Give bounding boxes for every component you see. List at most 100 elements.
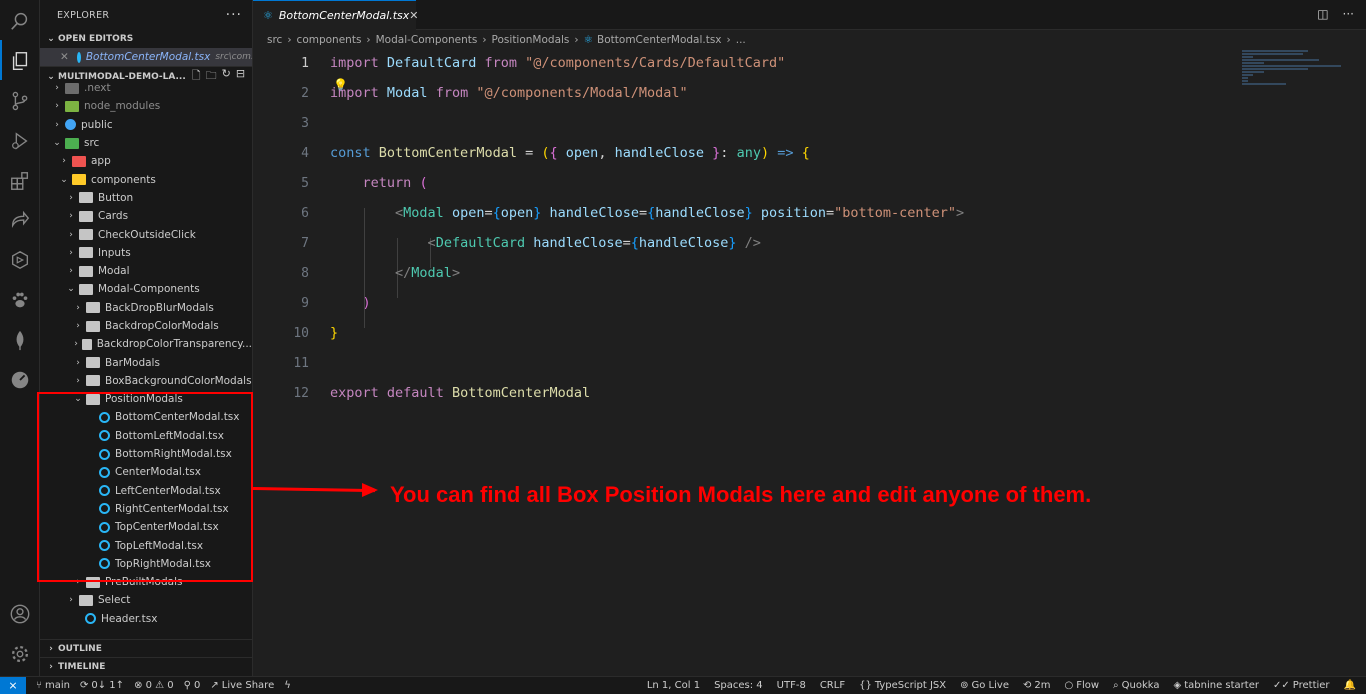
- folder-item[interactable]: › BackdropColorModals: [40, 317, 252, 335]
- folder-item[interactable]: › BoxBackgroundColorModals: [40, 372, 252, 390]
- source-control-icon[interactable]: [8, 89, 32, 113]
- folder-item[interactable]: › public: [40, 116, 252, 134]
- tree-item-label: TopRightModal.tsx: [115, 557, 212, 570]
- indentation-status[interactable]: Spaces: 4: [714, 680, 763, 691]
- file-item[interactable]: TopCenterModal.tsx: [40, 518, 252, 536]
- file-item[interactable]: BottomLeftModal.tsx: [40, 427, 252, 445]
- folder-item[interactable]: › Cards: [40, 207, 252, 225]
- problems-status[interactable]: ⊗ 0 ⚠ 0: [134, 680, 174, 691]
- breadcrumb-file[interactable]: BottomCenterModal.tsx: [597, 34, 722, 46]
- live-share-icon[interactable]: [8, 208, 32, 232]
- go-live-status[interactable]: ⊚ Go Live: [960, 680, 1009, 691]
- file-item[interactable]: TopLeftModal.tsx: [40, 536, 252, 554]
- file-item[interactable]: BottomCenterModal.tsx: [40, 408, 252, 426]
- folder-item[interactable]: ⌄ PositionModals: [40, 390, 252, 408]
- search-icon[interactable]: [8, 9, 32, 33]
- file-item[interactable]: RightCenterModal.tsx: [40, 500, 252, 518]
- account-icon[interactable]: [8, 602, 32, 626]
- live-share-status[interactable]: ↗ Live Share: [210, 680, 274, 691]
- new-folder-icon[interactable]: 🗀: [206, 67, 217, 86]
- folder-item[interactable]: › BackdropColorTransparency...: [40, 335, 252, 353]
- files-icon[interactable]: [8, 49, 32, 73]
- chevron-right-icon: ›: [69, 247, 73, 258]
- outline-header[interactable]: › OUTLINE: [40, 639, 252, 657]
- prettier-status[interactable]: ✓✓ Prettier: [1273, 680, 1330, 691]
- tab-bottom-center-modal[interactable]: ⚛ BottomCenterModal.tsx ✕: [253, 0, 419, 30]
- mongodb-leaf-icon[interactable]: [8, 328, 32, 352]
- chevron-right-icon: ›: [55, 119, 59, 130]
- react-file-icon: ⚛: [583, 34, 594, 46]
- remote-explorer-icon[interactable]: [8, 248, 32, 272]
- folder-item[interactable]: › Modal: [40, 262, 252, 280]
- file-item[interactable]: LeftCenterModal.tsx: [40, 482, 252, 500]
- close-icon[interactable]: ✕: [60, 51, 69, 63]
- ports-status[interactable]: ⚲ 0: [184, 680, 201, 691]
- open-editors-header[interactable]: ⌄ OPEN EDITORS: [40, 30, 252, 48]
- broadcast-icon: ⊚: [960, 680, 969, 691]
- tree-item-label: Inputs: [98, 246, 131, 259]
- tree-item-label: components: [91, 173, 156, 186]
- gear-icon[interactable]: [8, 642, 32, 666]
- file-item[interactable]: TopRightModal.tsx: [40, 555, 252, 573]
- folder-item[interactable]: › BarModals: [40, 353, 252, 371]
- open-editor-name: BottomCenterModal.tsx: [85, 51, 211, 63]
- folder-item[interactable]: › CheckOutsideClick: [40, 225, 252, 243]
- close-icon[interactable]: ✕: [409, 9, 418, 22]
- tabnine-status[interactable]: ◈ tabnine starter: [1174, 680, 1259, 691]
- folder-item[interactable]: › Inputs: [40, 244, 252, 262]
- remote-icon[interactable]: ⨯: [0, 676, 26, 694]
- folder-item[interactable]: › PreBuiltModals: [40, 573, 252, 591]
- extensions-icon[interactable]: [8, 169, 32, 193]
- breadcrumb-symbol[interactable]: ...: [736, 34, 746, 46]
- folder-item[interactable]: › BackDropBlurModals: [40, 299, 252, 317]
- folder-item[interactable]: › app: [40, 152, 252, 170]
- encoding-status[interactable]: UTF-8: [777, 680, 806, 691]
- timeline-header[interactable]: › TIMELINE: [40, 657, 252, 675]
- code-line-5: return (: [362, 175, 428, 191]
- refresh-icon[interactable]: ↻: [222, 67, 231, 86]
- folder-item[interactable]: › Select: [40, 591, 252, 609]
- react-file-icon: [99, 430, 110, 442]
- line-number: 3: [301, 115, 309, 131]
- open-editor-item[interactable]: ✕ BottomCenterModal.tsx src\com...: [40, 48, 252, 66]
- line-number: 12: [293, 385, 309, 401]
- sync-status[interactable]: ⟳ 0↓ 1↑: [80, 680, 124, 691]
- chevron-right-icon: ›: [76, 321, 80, 331]
- more-actions-icon[interactable]: ···: [1343, 7, 1354, 21]
- folder-item[interactable]: ⌄ src: [40, 134, 252, 152]
- file-item[interactable]: CenterModal.tsx: [40, 463, 252, 481]
- paw-icon[interactable]: [8, 288, 32, 312]
- breadcrumb-src[interactable]: src: [267, 34, 282, 46]
- file-item[interactable]: Header.tsx: [40, 610, 252, 628]
- quokka-status[interactable]: ⌕ Quokka: [1113, 680, 1159, 691]
- minimap[interactable]: [1242, 50, 1352, 85]
- run-debug-icon[interactable]: [8, 129, 32, 153]
- language-status[interactable]: {} TypeScript JSX: [859, 680, 946, 691]
- branch-status[interactable]: ⑂ main: [36, 680, 70, 691]
- file-item[interactable]: BottomRightModal.tsx: [40, 445, 252, 463]
- breadcrumb-modal-components[interactable]: Modal-Components: [376, 34, 478, 46]
- gauge-icon[interactable]: [8, 368, 32, 392]
- breadcrumb-components[interactable]: components: [297, 34, 362, 46]
- breadcrumb-position-modals[interactable]: PositionModals: [492, 34, 570, 46]
- line-number: 11: [293, 355, 309, 371]
- folder-item[interactable]: › node_modules: [40, 97, 252, 115]
- tab-bar: ⚛ BottomCenterModal.tsx ✕ ◫ ···: [253, 0, 1366, 30]
- code-editor[interactable]: 💡 1 import DefaultCard from "@/component…: [253, 50, 1366, 676]
- timer-status[interactable]: ⟲ 2m: [1023, 680, 1051, 691]
- new-file-icon[interactable]: 🗋: [192, 67, 201, 86]
- chevron-down-icon: ⌄: [67, 284, 75, 295]
- collapse-all-icon[interactable]: ⊟: [236, 67, 245, 86]
- cursor-position[interactable]: Ln 1, Col 1: [647, 680, 700, 691]
- folder-item[interactable]: › Button: [40, 189, 252, 207]
- lightning-icon[interactable]: ϟ: [284, 680, 291, 691]
- folder-item[interactable]: ⌄ Modal-Components: [40, 280, 252, 298]
- more-actions-icon[interactable]: ···: [226, 7, 242, 23]
- split-editor-icon[interactable]: ◫: [1317, 7, 1328, 21]
- flow-status[interactable]: ○ Flow: [1064, 680, 1099, 691]
- folder-item[interactable]: ⌄ components: [40, 170, 252, 188]
- bell-icon[interactable]: 🔔: [1344, 680, 1356, 691]
- chevron-down-icon: ⌄: [47, 34, 55, 44]
- tree-item-label: Header.tsx: [101, 612, 158, 625]
- eol-status[interactable]: CRLF: [820, 680, 845, 691]
